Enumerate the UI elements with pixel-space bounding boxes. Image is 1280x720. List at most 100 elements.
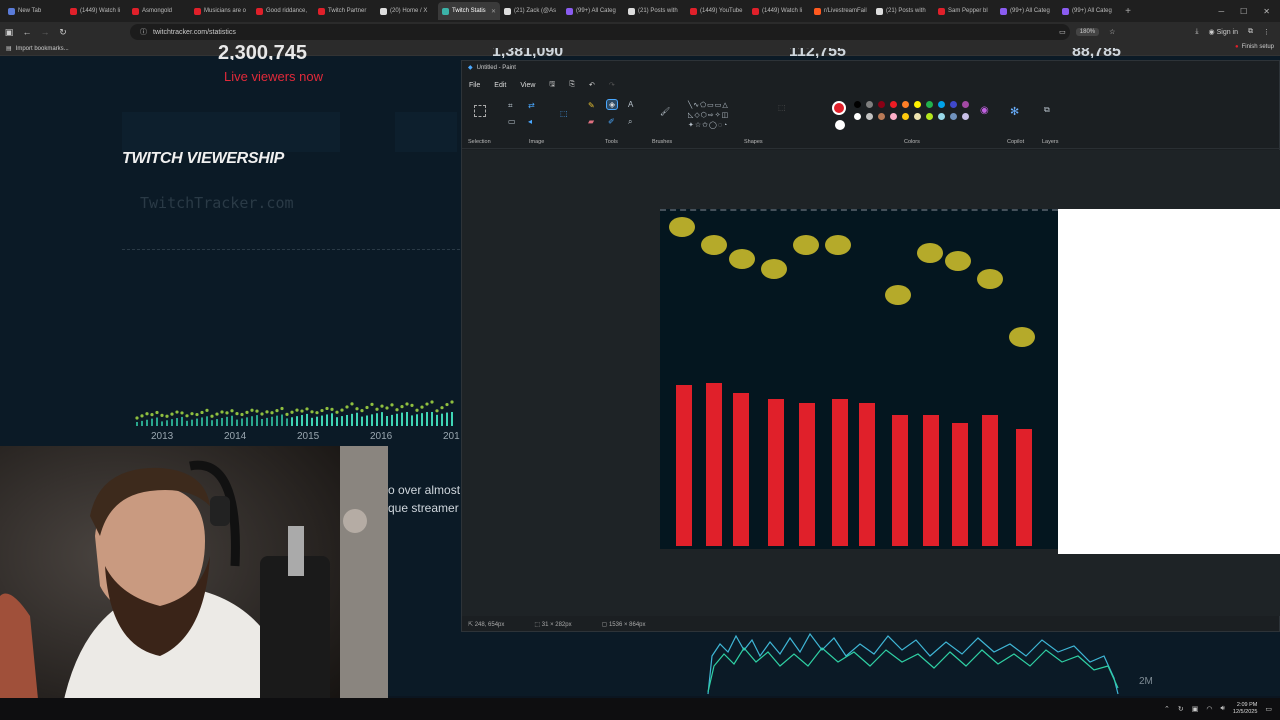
palette-swatch[interactable] — [902, 101, 909, 108]
browser-tab[interactable]: (20) Home / X — [376, 2, 438, 20]
text-tool-icon[interactable]: A — [628, 100, 633, 109]
new-tab-button[interactable]: + — [1120, 6, 1136, 17]
primary-color-swatch[interactable] — [832, 101, 846, 115]
palette-swatch[interactable] — [926, 101, 933, 108]
pasted-image-selection[interactable] — [660, 209, 1058, 549]
browser-tab[interactable]: Twitch Partner — [314, 2, 376, 20]
browser-tab[interactable]: (99+) All Categ — [996, 2, 1058, 20]
tab-favicon-icon — [814, 7, 821, 15]
browser-tab[interactable]: Good riddance, — [252, 2, 314, 20]
palette-swatch[interactable] — [890, 113, 897, 120]
browser-tab[interactable]: (21) Posts with — [872, 2, 934, 20]
magnifier-icon[interactable]: ⌕ — [628, 117, 632, 127]
tray-app-icon[interactable]: ▣ — [1192, 705, 1199, 713]
palette-swatch[interactable] — [926, 113, 933, 120]
browser-tab[interactable]: (21) Posts with — [624, 2, 686, 20]
eraser-icon[interactable]: ▰ — [588, 117, 594, 126]
notifications-icon[interactable]: ▭ — [1265, 705, 1272, 713]
sparkline-dot — [140, 414, 144, 418]
minimize-button[interactable]: ─ — [1218, 7, 1224, 16]
sign-in-button[interactable]: ◉ Sign in — [1209, 28, 1238, 36]
select-icon[interactable] — [474, 105, 486, 117]
zoom-badge[interactable]: 180% — [1075, 28, 1100, 36]
browser-tab[interactable]: (1449) Watch li — [748, 2, 810, 20]
browser-tab[interactable]: Sam Pepper bl — [934, 2, 996, 20]
flip-icon[interactable]: ◂ — [528, 117, 532, 126]
palette-swatch[interactable] — [878, 101, 885, 108]
paint-canvas[interactable] — [1058, 209, 1280, 554]
resize-icon[interactable]: ⇄ — [528, 101, 535, 110]
browser-tab[interactable]: Musicians are o — [190, 2, 252, 20]
import-bookmarks-link[interactable]: Import bookmarks... — [16, 46, 69, 52]
undo-icon[interactable]: ↶ — [589, 81, 595, 89]
image-select-icon[interactable]: ⬚ — [560, 109, 568, 118]
canvas-size-value: 1536 × 864px — [608, 621, 646, 628]
maximize-button[interactable]: ☐ — [1240, 7, 1247, 16]
menu-view[interactable]: View — [520, 82, 535, 89]
menu-edit[interactable]: Edit — [494, 82, 506, 89]
reload-button[interactable]: ↻ — [54, 27, 72, 38]
palette-swatch[interactable] — [914, 113, 921, 120]
sidebar-toggle-icon[interactable]: ▣ — [0, 27, 18, 38]
palette-swatch[interactable] — [950, 113, 957, 120]
palette-swatch[interactable] — [854, 101, 861, 108]
rotate-icon[interactable]: ▭ — [508, 117, 516, 126]
palette-swatch[interactable] — [878, 113, 885, 120]
open-icon[interactable]: ⎘ — [569, 81, 575, 89]
palette-swatch[interactable] — [938, 113, 945, 120]
menu-file[interactable]: File — [469, 82, 480, 89]
palette-swatch[interactable] — [890, 101, 897, 108]
address-actions: ▭ 180% ☆ ⤓ ◉ Sign in ⧉ ⋮ — [1059, 22, 1270, 42]
palette-swatch[interactable] — [914, 101, 921, 108]
tray-sync-icon[interactable]: ↻ — [1178, 705, 1184, 713]
browser-tab[interactable]: (99+) All Categ — [562, 2, 624, 20]
edit-colors-icon[interactable]: ◉ — [980, 105, 989, 116]
site-info-icon[interactable]: ⓘ — [140, 27, 147, 37]
browser-tab[interactable]: r/LivestreamFail — [810, 2, 872, 20]
pencil-icon[interactable]: ✎ — [588, 101, 595, 110]
color-picker-icon[interactable]: ✐ — [608, 117, 615, 126]
tray-chevron-icon[interactable]: ⌃ — [1164, 705, 1170, 713]
forward-button[interactable]: → — [36, 27, 54, 37]
palette-swatch[interactable] — [950, 101, 957, 108]
download-icon[interactable]: ⤓ — [1195, 28, 1198, 36]
finish-setup-button[interactable]: ● Finish setup — [1235, 44, 1274, 50]
wifi-icon[interactable]: ◠ — [1206, 705, 1212, 713]
browser-tab[interactable]: Asmongold — [128, 2, 190, 20]
live-viewers-label: Live viewers now — [224, 69, 323, 84]
redo-icon[interactable]: ↷ — [609, 81, 615, 89]
palette-swatch[interactable] — [902, 113, 909, 120]
palette-swatch[interactable] — [938, 101, 945, 108]
shapes-gallery-icon[interactable]: ╲∿⬠▭▭△ ◺◇⬡⇨✧◫ ✦☆✩◯◌◔ — [688, 101, 768, 131]
crop-icon[interactable]: ⌗ — [508, 101, 513, 111]
palette-swatch[interactable] — [962, 113, 969, 120]
fill-icon[interactable]: ◈ — [606, 99, 619, 110]
secondary-color-swatch[interactable] — [835, 120, 845, 130]
menu-dots-icon[interactable]: ⋮ — [1263, 28, 1270, 36]
sparkline-bar — [221, 417, 223, 426]
back-button[interactable]: ← — [18, 27, 36, 37]
brush-icon[interactable]: 🖌 — [660, 107, 670, 116]
save-icon[interactable]: 🖫 — [549, 80, 555, 91]
palette-swatch[interactable] — [962, 101, 969, 108]
layers-icon[interactable]: ⧉ — [1044, 105, 1050, 115]
address-bar[interactable]: ⓘ twitchtracker.com/statistics — [130, 24, 1070, 40]
palette-swatch[interactable] — [866, 113, 873, 120]
browser-tab[interactable]: (1449) YouTube — [686, 2, 748, 20]
copilot-icon[interactable]: ✻ — [1010, 105, 1019, 118]
browser-tab[interactable]: (99+) All Categ — [1058, 2, 1120, 20]
browser-tab[interactable]: (1449) Watch li — [66, 2, 128, 20]
volume-icon[interactable]: 🔊︎ — [1220, 705, 1224, 713]
browser-tab[interactable]: New Tab — [4, 2, 66, 20]
outline-icon[interactable]: ⬚ — [778, 103, 786, 112]
close-window-button[interactable]: ✕ — [1263, 7, 1270, 16]
palette-swatch[interactable] — [854, 113, 861, 120]
picture-icon[interactable]: ▭ — [1059, 28, 1066, 36]
close-tab-icon[interactable]: ✕ — [491, 8, 496, 15]
favorite-star-icon[interactable]: ☆ — [1109, 28, 1115, 36]
clock[interactable]: 2:09 PM 12/5/2025 — [1233, 702, 1257, 716]
palette-swatch[interactable] — [866, 101, 873, 108]
extensions-icon[interactable]: ⧉ — [1248, 28, 1253, 36]
browser-tab[interactable]: Twitch Statis ✕ — [438, 2, 500, 20]
browser-tab[interactable]: (21) Zack (@As — [500, 2, 562, 20]
